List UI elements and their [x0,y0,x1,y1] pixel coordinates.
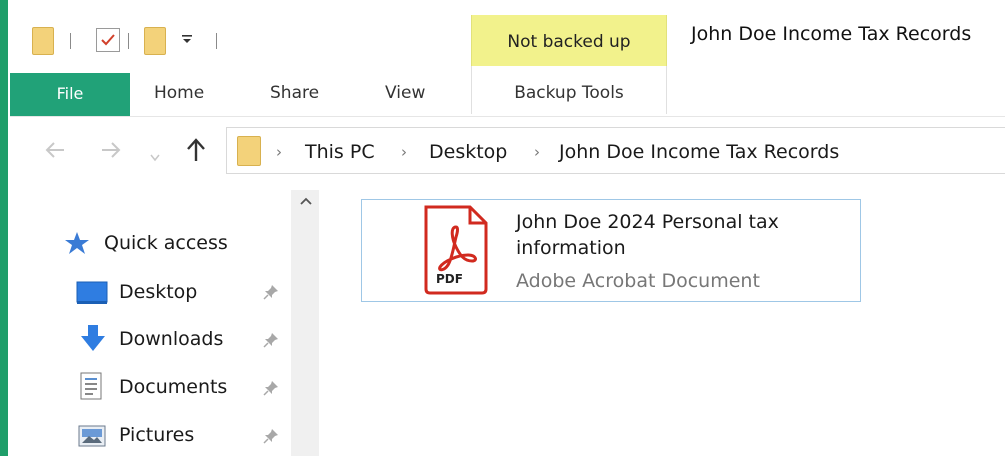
customize-toolbar-dropdown-icon[interactable] [180,32,194,49]
toolbar-separator [70,33,71,49]
toolbar-separator [128,33,129,49]
documents-icon [80,372,102,404]
forward-arrow-icon[interactable] [100,140,122,163]
recent-locations-chevron-icon[interactable] [150,147,160,166]
breadcrumb-this-pc[interactable]: This PC [305,141,375,163]
tab-view[interactable]: View [385,83,425,103]
breadcrumb-current-folder[interactable]: John Doe Income Tax Records [559,141,839,163]
desktop-icon [76,281,108,309]
pin-icon[interactable] [263,332,279,352]
star-icon [64,231,90,259]
tab-backup-tools[interactable]: Backup Tools [471,66,667,114]
tab-home[interactable]: Home [154,83,204,103]
pin-icon[interactable] [263,284,279,304]
breadcrumb-chevron-icon[interactable]: › [276,143,282,161]
sidebar-item-downloads[interactable]: Downloads [119,328,223,350]
file-name-line-1: John Doe 2024 Personal tax [516,211,779,233]
breadcrumb-chevron-icon[interactable]: › [534,143,540,161]
window-title: John Doe Income Tax Records [691,23,972,45]
breadcrumb-chevron-icon[interactable]: › [401,143,407,161]
downloads-icon [78,323,108,357]
breadcrumb-desktop[interactable]: Desktop [429,141,507,163]
sidebar-item-desktop[interactable]: Desktop [119,281,197,303]
toolbar-separator [216,33,217,49]
folder-icon[interactable] [32,27,54,55]
sidebar-item-pictures[interactable]: Pictures [119,424,194,446]
pdf-badge-label: PDF [436,272,463,286]
context-tab-group-label: Not backed up [507,32,631,52]
pin-icon[interactable] [263,380,279,400]
sidebar-scrollbar[interactable] [291,190,319,456]
tab-share[interactable]: Share [270,83,319,103]
pin-icon[interactable] [263,428,279,448]
pictures-icon [78,425,106,451]
sidebar-item-documents[interactable]: Documents [119,376,227,398]
window-accent-border [0,0,8,456]
properties-icon[interactable] [96,28,120,52]
sidebar-item-quick-access[interactable]: Quick access [104,232,228,254]
context-tab-group-header: Not backed up [471,15,667,66]
scroll-up-icon[interactable] [300,193,312,209]
new-folder-icon[interactable] [144,27,166,55]
tab-backup-tools-label: Backup Tools [514,83,624,103]
folder-icon [237,136,261,166]
tab-file[interactable]: File [10,73,130,116]
ribbon-divider [10,116,1005,117]
back-arrow-icon[interactable] [44,140,66,163]
file-name-line-2: information [516,237,626,259]
file-type-label: Adobe Acrobat Document [516,270,760,292]
file-name[interactable]: John Doe 2024 Personal tax information [516,209,846,261]
tab-file-label: File [56,84,84,103]
up-arrow-icon[interactable] [185,137,207,167]
